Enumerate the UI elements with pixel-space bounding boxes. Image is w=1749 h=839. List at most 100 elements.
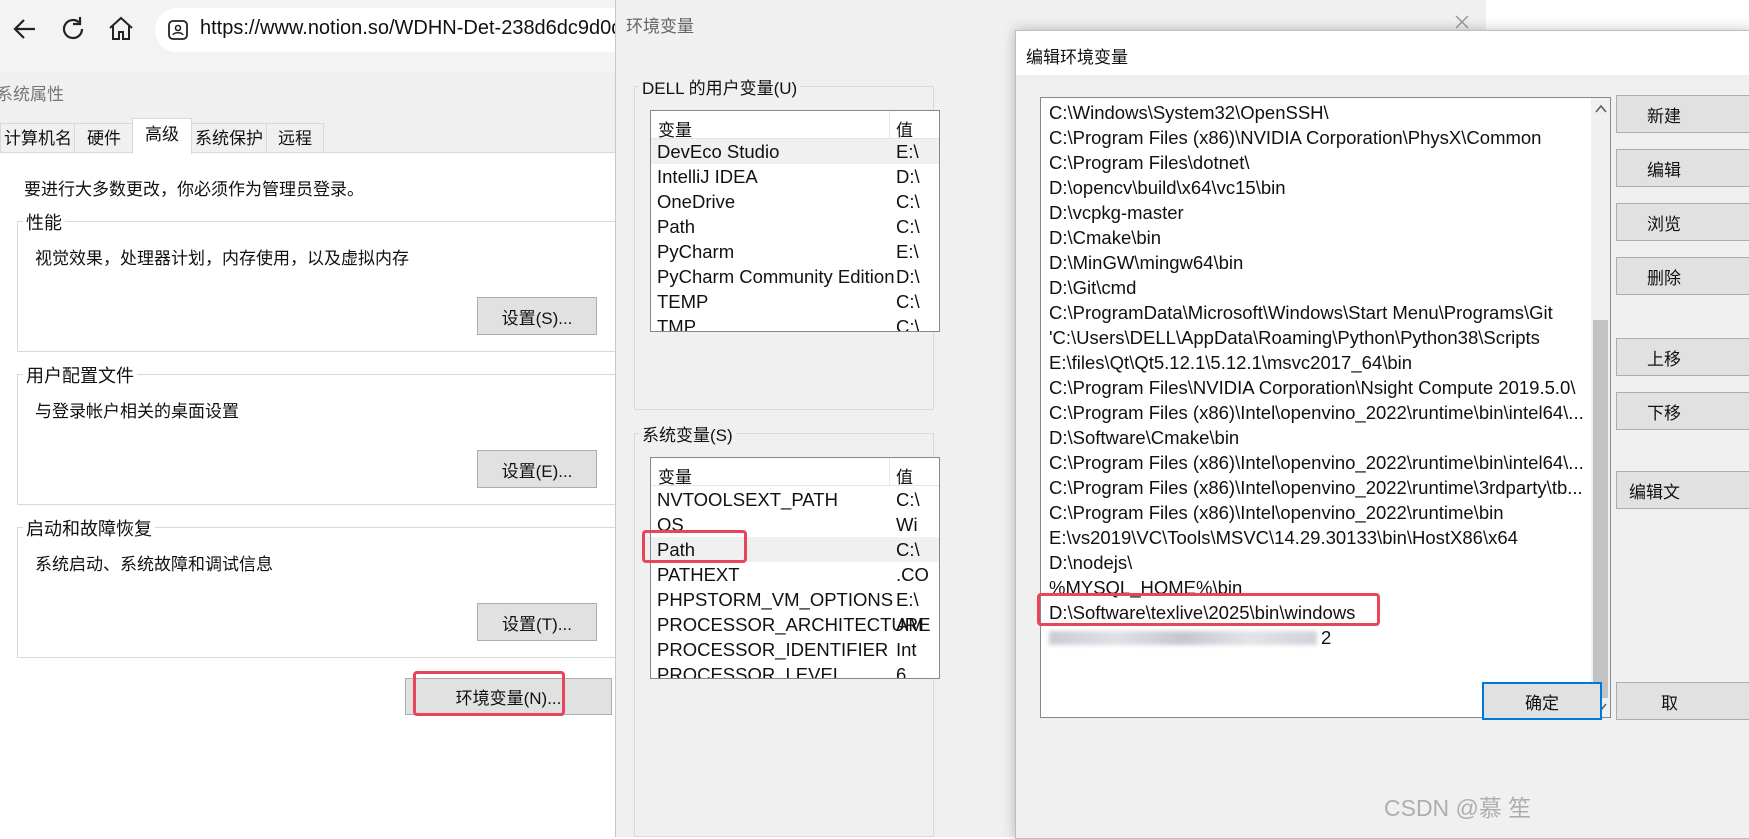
path-entry[interactable]: C:\Program Files (x86)\Intel\openvino_20… <box>1049 475 1583 500</box>
scrollbar-thumb[interactable] <box>1593 320 1608 698</box>
col-divider <box>889 111 890 138</box>
path-entry[interactable]: C:\Program Files (x86)\Intel\openvino_20… <box>1049 400 1584 425</box>
col-value[interactable]: 值 <box>896 116 913 141</box>
home-icon <box>109 16 133 40</box>
path-entry[interactable]: C:\ProgramData\Microsoft\Windows\Start M… <box>1049 300 1553 325</box>
user-row-0[interactable]: DevEco Studio E:\ <box>651 139 939 164</box>
var-value: E:\ <box>896 589 919 610</box>
var-value: Int <box>896 639 917 660</box>
move-up-button[interactable]: 上移 <box>1616 338 1749 376</box>
tab-advanced[interactable]: 高级 <box>132 118 192 154</box>
tab-bar: 计算机名 硬件 高级 系统保护 远程 <box>0 118 680 154</box>
path-entry[interactable]: D:\Software\Cmake\bin <box>1049 425 1239 450</box>
var-value: E:\ <box>896 141 919 162</box>
col-value[interactable]: 值 <box>896 463 913 488</box>
tab-system-protection[interactable]: 系统保护 <box>190 123 268 154</box>
startup-settings-button[interactable]: 设置(T)... <box>477 603 597 641</box>
list-header: 变量 值 <box>651 458 939 488</box>
scrollbar[interactable] <box>1591 98 1610 717</box>
browser-toolbar: https://www.notion.so/WDHN-Det-238d6dc9d… <box>0 0 700 58</box>
var-value: C:\ <box>896 191 920 212</box>
path-entry[interactable]: C:\Program Files\NVIDIA Corporation\Nsig… <box>1049 375 1575 400</box>
profiles-desc: 与登录帐户相关的桌面设置 <box>35 402 239 421</box>
edit-environment-variable-window: 编辑环境变量 C:\Windows\System32\OpenSSH\ C:\P… <box>1015 30 1749 839</box>
col-variable[interactable]: 变量 <box>658 463 692 488</box>
path-entry[interactable]: D:\Git\cmd <box>1049 275 1136 300</box>
tab-hardware[interactable]: 硬件 <box>74 123 134 154</box>
path-entry[interactable]: C:\Program Files (x86)\NVIDIA Corporatio… <box>1049 125 1541 150</box>
edit-button[interactable]: 编辑 <box>1616 149 1749 187</box>
user-row-7[interactable]: TMP C:\ <box>651 314 939 332</box>
var-name: DevEco Studio <box>657 141 780 162</box>
var-value: D:\ <box>896 166 920 187</box>
path-entry[interactable]: D:\opencv\build\x64\vc15\bin <box>1049 175 1286 200</box>
path-entry[interactable]: 'C:\Users\DELL\AppData\Roaming\Python\Py… <box>1049 325 1540 350</box>
user-row-5[interactable]: PyCharm Community Edition D:\ <box>651 264 939 289</box>
var-name: TMP <box>657 316 697 332</box>
delete-button[interactable]: 删除 <box>1616 257 1749 295</box>
profiles-settings-button[interactable]: 设置(E)... <box>477 450 597 488</box>
back-button[interactable] <box>10 14 40 44</box>
reload-button[interactable] <box>58 14 88 44</box>
url-text: https://www.notion.so/WDHN-Det-238d6dc9d… <box>200 17 634 39</box>
var-value: .CO <box>896 564 929 585</box>
sys-row-3[interactable]: PATHEXT .CO <box>651 562 939 587</box>
sys-row-4[interactable]: PHPSTORM_VM_OPTIONS E:\ <box>651 587 939 612</box>
browse-button[interactable]: 浏览 <box>1616 203 1749 241</box>
performance-settings-button[interactable]: 设置(S)... <box>477 297 597 335</box>
startup-desc: 系统启动、系统故障和调试信息 <box>35 555 273 574</box>
var-value: D:\ <box>896 266 920 287</box>
path-entry[interactable]: E:\vs2019\VC\Tools\MSVC\14.29.30133\bin\… <box>1049 525 1518 550</box>
startup-title: 启动和故障恢复 <box>23 515 155 541</box>
ok-button[interactable]: 确定 <box>1482 682 1602 720</box>
tab-remote[interactable]: 远程 <box>266 123 324 154</box>
col-variable[interactable]: 变量 <box>658 116 692 141</box>
system-variables-list[interactable]: 变量 值 NVTOOLSEXT_PATH C:\ OS Wi Path C:\ PAT… <box>650 457 940 679</box>
path-entry[interactable]: D:\nodejs\ <box>1049 550 1132 575</box>
window-title: 环境变量 <box>626 17 694 36</box>
performance-desc: 视觉效果，处理器计划，内存使用，以及虚拟内存 <box>35 249 409 268</box>
system-properties-window: 系统属性 计算机名 硬件 高级 系统保护 远程 要进行大多数更改，你必须作为管理… <box>0 72 680 838</box>
highlight-env-button <box>413 671 565 716</box>
var-value: AM <box>896 614 924 635</box>
path-entry[interactable]: C:\Windows\System32\OpenSSH\ <box>1049 100 1329 125</box>
path-entry[interactable]: D:\MinGW\mingw64\bin <box>1049 250 1243 275</box>
new-button[interactable]: 新建 <box>1616 95 1749 133</box>
user-row-4[interactable]: PyCharm E:\ <box>651 239 939 264</box>
user-row-3[interactable]: Path C:\ <box>651 214 939 239</box>
cancel-button[interactable]: 取 <box>1616 682 1749 720</box>
reload-icon <box>62 17 84 40</box>
user-variables-list[interactable]: 变量 值 DevEco Studio E:\ IntelliJ IDEA D:\ O… <box>650 110 940 332</box>
sys-row-0[interactable]: NVTOOLSEXT_PATH C:\ <box>651 487 939 512</box>
path-entry[interactable]: C:\Program Files\dotnet\ <box>1049 150 1250 175</box>
var-value: C:\ <box>896 291 920 312</box>
path-entry[interactable]: C:\Program Files (x86)\Intel\openvino_20… <box>1049 500 1504 525</box>
user-row-6[interactable]: TEMP C:\ <box>651 289 939 314</box>
var-name: PROCESSOR_LEVEL <box>657 664 844 679</box>
sys-row-5[interactable]: PROCESSOR_ARCHITECTURE AM <box>651 612 939 637</box>
lock-icon <box>167 19 189 46</box>
home-button[interactable] <box>106 14 136 44</box>
var-name: TEMP <box>657 291 709 312</box>
user-row-2[interactable]: OneDrive C:\ <box>651 189 939 214</box>
path-entry[interactable]: D:\Cmake\bin <box>1049 225 1161 250</box>
path-entry[interactable]: D:\vcpkg-master <box>1049 200 1184 225</box>
chevron-up-icon[interactable] <box>1595 104 1607 114</box>
edit-text-button[interactable]: 编辑文 <box>1616 471 1749 509</box>
path-entry[interactable]: C:\Program Files (x86)\Intel\openvino_20… <box>1049 450 1584 475</box>
sys-row-7[interactable]: PROCESSOR_LEVEL 6 <box>651 662 939 679</box>
var-name: PyCharm <box>657 241 735 262</box>
var-name: NVTOOLSEXT_PATH <box>657 489 838 510</box>
tab-computer-name[interactable]: 计算机名 <box>0 123 76 154</box>
path-entry[interactable]: E:\files\Qt\Qt5.12.1\5.12.1\msvc2017_64\… <box>1049 350 1412 375</box>
path-entry-redacted[interactable]: 2 <box>1049 625 1331 650</box>
var-value: C:\ <box>896 539 920 560</box>
var-name: PHPSTORM_VM_OPTIONS <box>657 589 894 610</box>
move-down-button[interactable]: 下移 <box>1616 392 1749 430</box>
arrow-left-icon <box>13 19 35 39</box>
blurred-text <box>1049 631 1317 645</box>
user-row-1[interactable]: IntelliJ IDEA D:\ <box>651 164 939 189</box>
var-name: PROCESSOR_IDENTIFIER <box>657 639 889 660</box>
sys-row-6[interactable]: PROCESSOR_IDENTIFIER Int <box>651 637 939 662</box>
list-header: 变量 值 <box>651 111 939 141</box>
